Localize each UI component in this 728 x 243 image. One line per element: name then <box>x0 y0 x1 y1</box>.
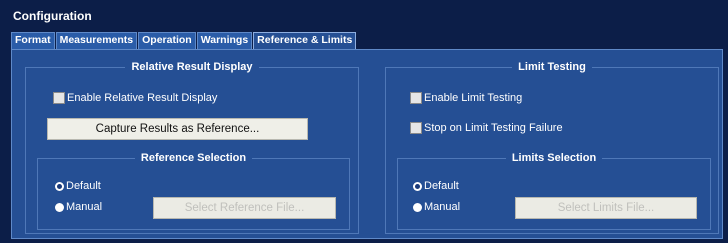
capture-results-button[interactable]: Capture Results as Reference... <box>47 118 308 140</box>
checkbox-box <box>410 92 422 104</box>
radio-selected-indicator <box>55 181 64 191</box>
limits-selection-group: Limits Selection Default Manual Select L… <box>397 152 711 230</box>
relative-result-display-group: Relative Result Display Enable Relative … <box>25 61 359 234</box>
stop-on-limit-failure-label: Stop on Limit Testing Failure <box>424 122 563 134</box>
limits-selection-title: Limits Selection <box>505 152 603 164</box>
radio-unselected-indicator <box>55 202 64 212</box>
checkbox-box <box>410 122 422 134</box>
enable-limit-testing-label: Enable Limit Testing <box>424 92 523 104</box>
reference-selection-title: Reference Selection <box>134 152 253 164</box>
stop-on-limit-failure-checkbox[interactable]: Stop on Limit Testing Failure <box>410 122 563 134</box>
radio-unselected-indicator <box>413 202 422 212</box>
limit-testing-group: Limit Testing Enable Limit Testing Stop … <box>385 61 719 234</box>
limit-testing-title: Limit Testing <box>512 61 592 73</box>
enable-relative-result-label: Enable Relative Result Display <box>67 92 218 104</box>
tab-warnings[interactable]: Warnings <box>196 32 253 49</box>
tab-format[interactable]: Format <box>11 32 55 49</box>
reference-selection-group: Reference Selection Default Manual Selec… <box>37 152 350 230</box>
window-title: Configuration <box>13 9 92 23</box>
enable-limit-testing-checkbox[interactable]: Enable Limit Testing <box>410 92 522 104</box>
tab-reference-limits[interactable]: Reference & Limits <box>253 32 357 49</box>
checkbox-box <box>53 92 65 104</box>
reference-manual-radio[interactable]: Manual <box>55 201 102 213</box>
reference-default-radio[interactable]: Default <box>55 180 101 192</box>
reference-manual-label: Manual <box>66 201 103 213</box>
limits-default-label: Default <box>424 180 459 192</box>
reference-limits-panel: Relative Result Display Enable Relative … <box>11 49 723 239</box>
limits-default-radio[interactable]: Default <box>413 180 459 192</box>
radio-selected-indicator <box>413 181 422 191</box>
limits-manual-radio[interactable]: Manual <box>413 201 460 213</box>
tab-measurements[interactable]: Measurements <box>55 32 138 49</box>
reference-default-label: Default <box>66 180 101 192</box>
select-limits-file-button[interactable]: Select Limits File... <box>515 197 697 219</box>
select-reference-file-button[interactable]: Select Reference File... <box>153 197 336 219</box>
relative-result-display-title: Relative Result Display <box>125 61 259 73</box>
tab-bar: Format Measurements Operation Warnings R… <box>11 32 357 49</box>
limits-manual-label: Manual <box>424 201 461 213</box>
enable-relative-result-checkbox[interactable]: Enable Relative Result Display <box>53 92 217 104</box>
tab-operation[interactable]: Operation <box>138 32 196 49</box>
